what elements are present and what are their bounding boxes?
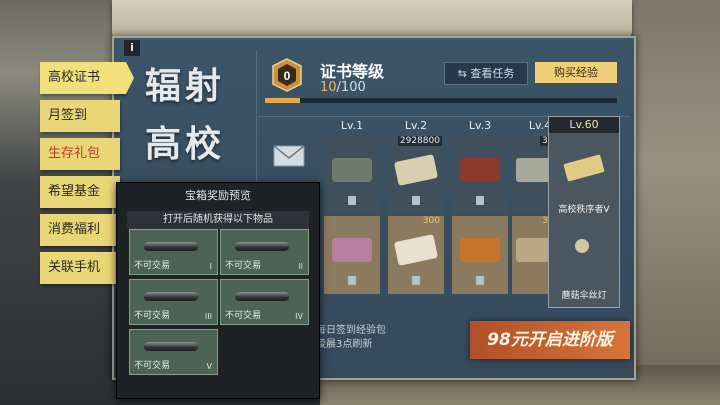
info-icon[interactable]: i [124,40,140,56]
chest-preview-popup: 宝箱奖励预览 打开后随机获得以下物品 不可交易 I 不可交易 II 不可交易 I… [116,182,320,399]
level-column-3: Lv.3 [452,118,508,308]
treasure-chest-icon [460,158,500,182]
level-label: Lv.1 [340,119,364,132]
final-reward-cell[interactable]: 高校秩序者V [549,133,619,219]
level-badge-icon: 0 [272,58,302,92]
tier-label: IV [295,312,303,321]
suppressor-icon [144,342,198,351]
popup-subtitle: 打开后随机获得以下物品 [127,211,309,229]
level-badge-number: 0 [284,69,291,83]
reward-quantity: 300 [422,216,440,226]
progress-current: 10 [320,80,337,95]
paid-reward-cell[interactable]: 300 [388,216,444,294]
untradeable-label: 不可交易 [134,311,171,321]
side-tabs: 高校证书 月签到 生存礼包 希望基金 消费福利 关联手机 [40,62,134,290]
level-label: Lv.3 [468,119,492,132]
preview-slot[interactable]: 不可交易 V [129,329,218,375]
tab-monthly-signin[interactable]: 月签到 [40,100,120,132]
tier-label: I [209,262,212,271]
page-title: 辐射 高校 [145,58,255,174]
level-label: Lv.60 [549,117,619,133]
preview-slot[interactable]: 不可交易 II [220,229,309,275]
untradeable-label: 不可交易 [134,361,171,371]
tab-hope-fund[interactable]: 希望基金 [40,176,120,208]
treasure-chest-icon [460,238,500,262]
cash-stack-icon [516,158,548,182]
level-column-1: Lv.1 [324,118,380,308]
preview-slot[interactable]: 不可交易 III [129,279,218,325]
ticket-icon [393,154,439,186]
reward-quantity: 3 [540,136,548,146]
free-reward-cell[interactable] [452,136,508,214]
level-label: Lv.2 [404,119,428,132]
progress-total: /100 [336,80,366,95]
level-label: Lv.4 [528,119,548,132]
badge-card-icon [563,154,605,182]
level-column-4: Lv.4 3 3 [512,118,548,308]
tab-link-phone[interactable]: 关联手机 [40,252,120,284]
scroll-top [112,0,632,38]
suppressor-icon [235,292,289,301]
tier-label: II [298,262,303,271]
view-tasks-label: 查看任务 [470,67,515,80]
reward-quantity: 2928800 [397,136,442,146]
view-tasks-button[interactable]: ⇆ 查看任务 [444,62,528,85]
final-reward-label: 高校秩序者V [558,205,610,215]
certificate-title: 证书等级 [320,62,385,81]
progress-fill [265,98,301,103]
lock-icon [476,276,484,285]
reward-quantity: 3 [542,216,548,226]
free-reward-cell[interactable]: 3 [512,136,548,214]
lock-icon [412,196,420,205]
progress-bar [265,98,617,103]
ticket-icon [393,234,439,266]
daily-exp-line1: 每日签到经验包 [316,325,386,336]
final-level-column: Lv.60 高校秩序者V 蘑菇伞丝灯 [548,116,620,308]
untradeable-label: 不可交易 [225,261,262,271]
lock-icon [476,196,484,205]
popup-title: 宝箱奖励预览 [185,189,251,202]
gift-box-icon [332,238,372,262]
lock-icon [412,276,420,285]
suppressor-icon [144,292,198,301]
cash-stack-icon [516,238,548,262]
suppressor-icon [235,242,289,251]
paid-reward-cell[interactable] [452,216,508,294]
lock-icon [348,196,356,205]
final-reward-label: 蘑菇伞丝灯 [561,291,607,301]
final-reward-cell[interactable]: 蘑菇伞丝灯 [549,219,619,305]
page-title-line1: 辐射 [145,66,226,107]
tier-label: V [206,362,212,371]
buy-exp-button[interactable]: 购买经验 [535,62,617,83]
tier-label: III [204,312,212,321]
preview-slot[interactable]: 不可交易 I [129,229,218,275]
supply-crate-icon [332,158,372,182]
mushroom-lamp-icon [575,239,589,253]
free-reward-cell[interactable]: 2928800 [388,136,444,214]
upgrade-button[interactable]: 98元开启进阶版 [470,321,630,359]
paid-reward-cell[interactable]: 3 [512,216,548,294]
daily-exp-line2: 凌晨3点刷新 [316,339,373,350]
mail-icon[interactable] [272,140,306,170]
free-reward-cell[interactable] [324,136,380,214]
swap-icon: ⇆ [457,67,471,80]
tab-certificate[interactable]: 高校证书 [40,62,134,94]
tab-survival-pack[interactable]: 生存礼包 [40,138,120,170]
lock-icon [348,276,356,285]
suppressor-icon [144,242,198,251]
page-title-line2: 高校 [145,124,226,165]
tab-spending-benefits[interactable]: 消费福利 [40,214,120,246]
untradeable-label: 不可交易 [225,311,262,321]
paid-reward-cell[interactable] [324,216,380,294]
daily-exp-note: 每日签到经验包 凌晨3点刷新 [316,324,386,352]
progress-text: 10/100 [320,80,366,95]
untradeable-label: 不可交易 [134,261,171,271]
preview-slot[interactable]: 不可交易 IV [220,279,309,325]
level-column-2: Lv.2 2928800 300 [388,118,444,308]
